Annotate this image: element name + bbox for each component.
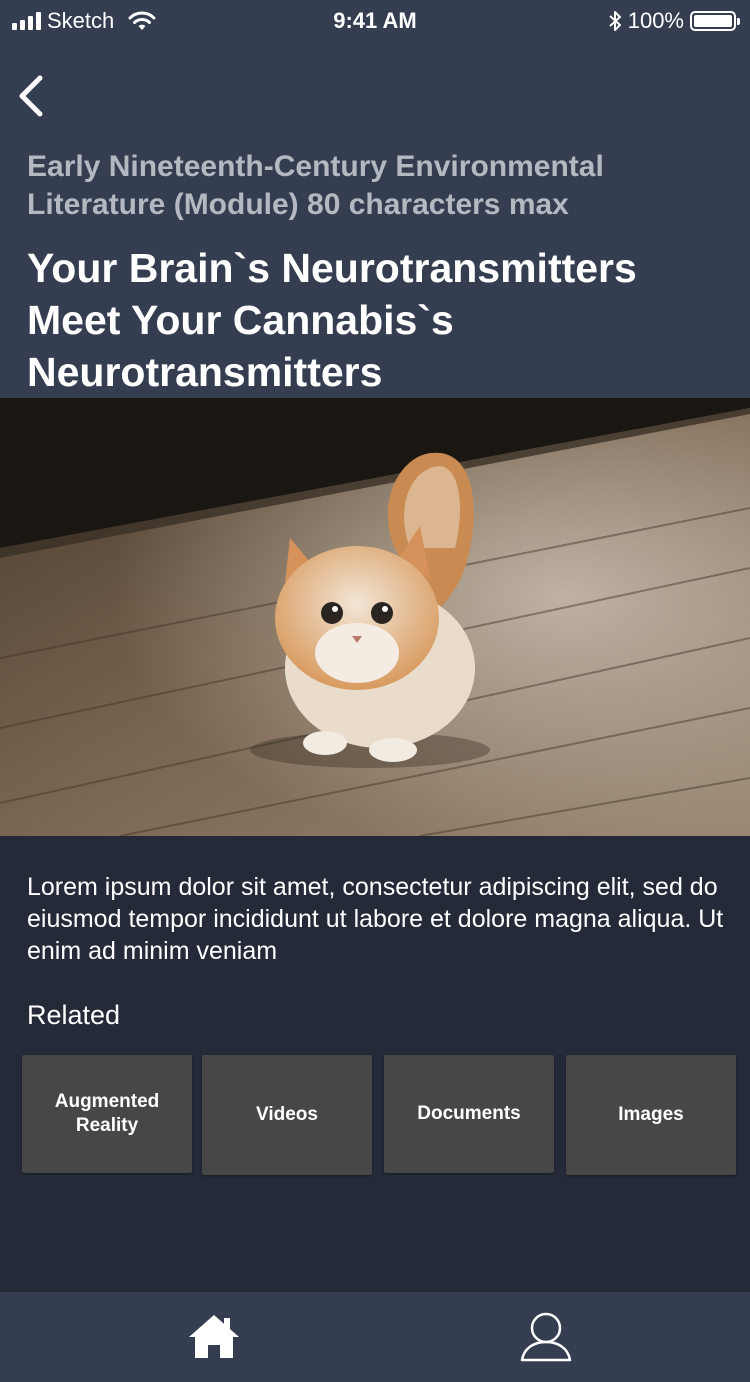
battery-percent: 100% [627, 8, 684, 33]
hero-image [0, 398, 750, 836]
description-text: Lorem ipsum dolor sit amet, consectetur … [27, 873, 724, 965]
chevron-left-icon [19, 75, 43, 117]
related-videos-button[interactable]: Videos [202, 1055, 372, 1175]
related-tile-label: Images [618, 1104, 684, 1125]
back-button[interactable] [14, 72, 54, 120]
related-images-button[interactable]: Images [566, 1055, 736, 1175]
battery-icon [690, 11, 740, 31]
tab-home[interactable] [186, 1312, 242, 1362]
related-tile-label: Documents [417, 1103, 521, 1124]
related-tile-label: Augmented Reality [54, 1091, 160, 1136]
related-tile-label: Videos [256, 1104, 318, 1125]
tab-bar [0, 1292, 750, 1382]
related-documents-button[interactable]: Documents [384, 1055, 554, 1173]
home-icon [189, 1315, 239, 1358]
tab-profile[interactable] [518, 1310, 574, 1364]
kitten-photo [0, 398, 750, 836]
user-icon [520, 1312, 572, 1362]
related-augmented-reality-button[interactable]: Augmented Reality [22, 1055, 192, 1173]
bluetooth-icon [609, 11, 621, 31]
status-right: 100% [608, 8, 740, 34]
related-heading: Related [27, 1000, 121, 1030]
status-bar: Sketch 9:41 AM 100% [0, 0, 750, 42]
module-name: Early Nineteenth-Century Environmental L… [27, 150, 604, 221]
page-title: Your Brain`s Neurotransmitters Meet Your… [27, 245, 637, 395]
